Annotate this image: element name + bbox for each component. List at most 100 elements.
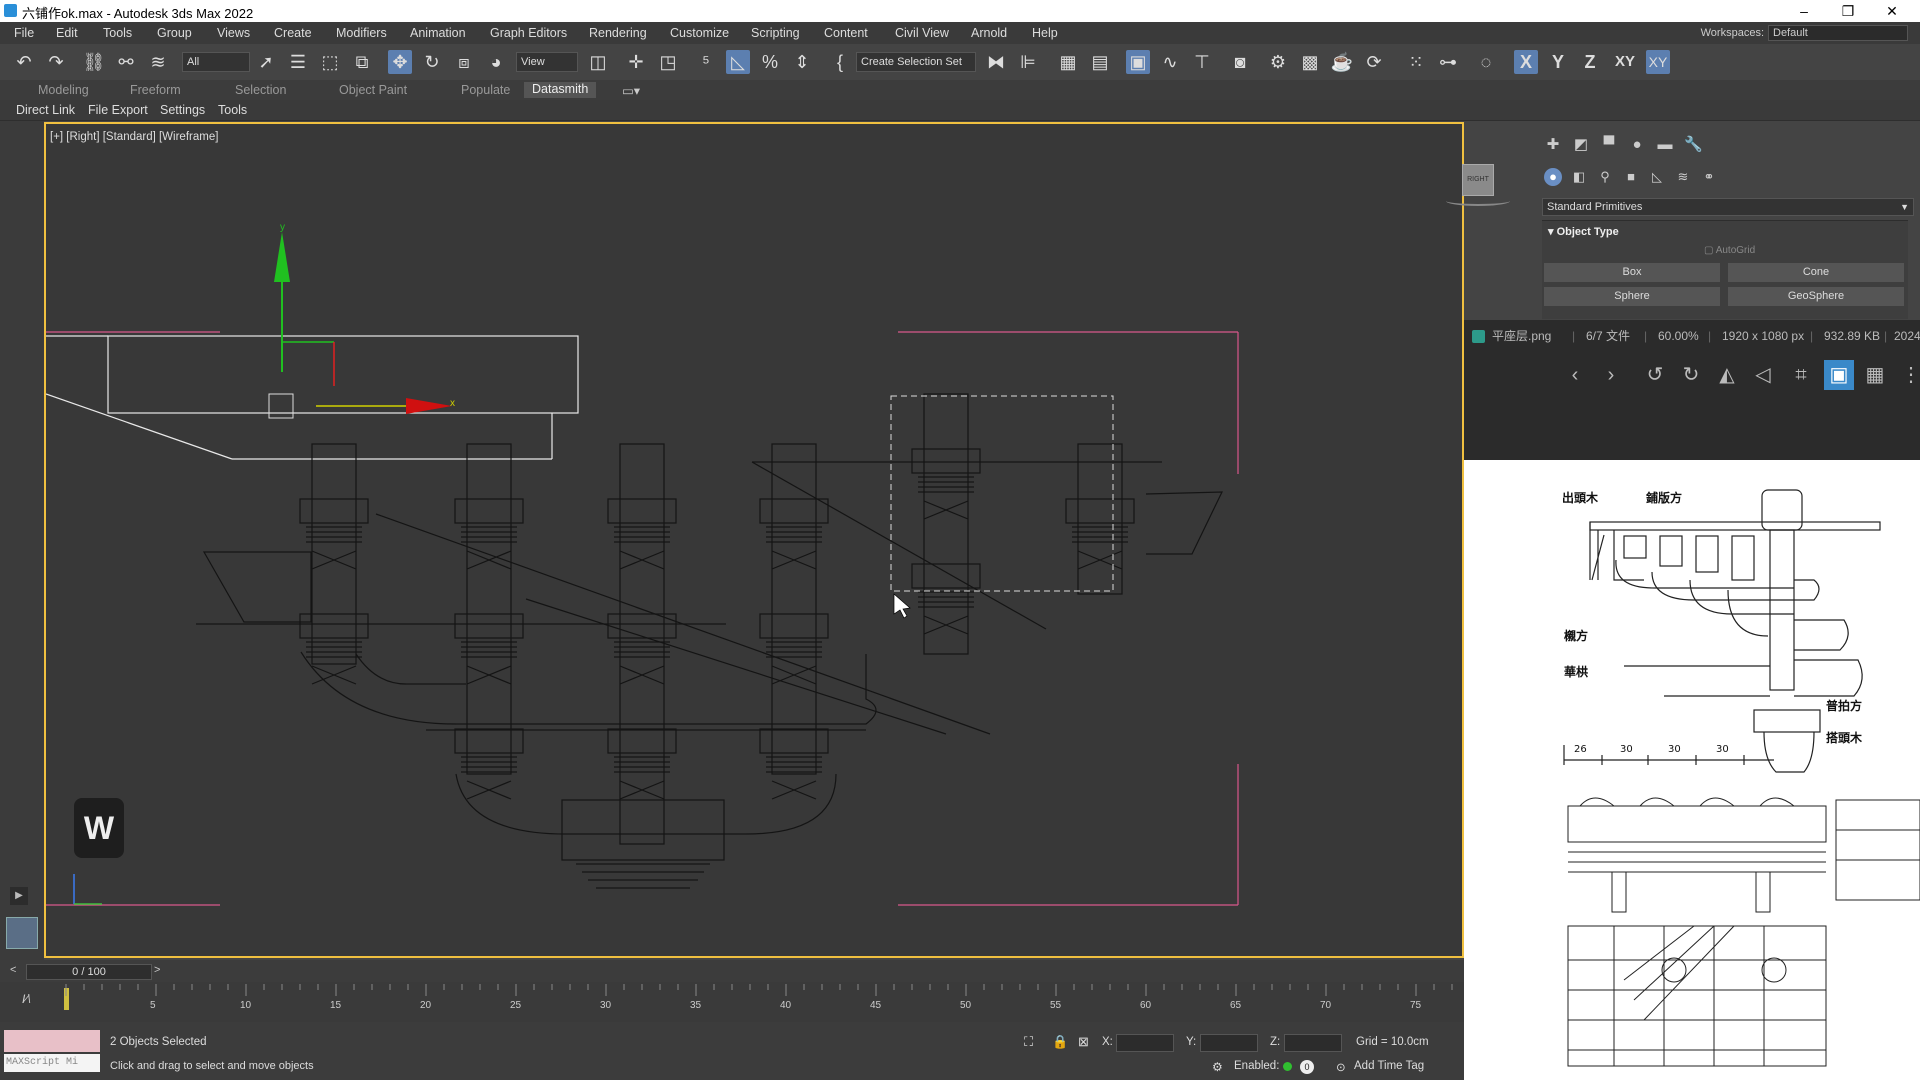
workspaces-selector[interactable]: Workspaces: Default [1701,25,1908,41]
view-cube[interactable]: RIGHT [1462,164,1494,196]
previous-icon[interactable]: ‹ [1560,360,1590,390]
menu-scripting[interactable]: Scripting [751,26,800,40]
mirror-icon[interactable]: ⧓ [984,50,1008,74]
display-tab-icon[interactable]: ▬ [1656,136,1674,154]
adaptive-degradation-icon[interactable]: ⚙ [1212,1060,1223,1074]
named-selection-sets-dropdown[interactable]: Create Selection Set [856,52,976,72]
motion-tab-icon[interactable]: ● [1628,136,1646,154]
timeline-ruler[interactable] [64,982,1464,1022]
material-editor-icon[interactable]: ◙ [1228,50,1252,74]
schematic-view-icon[interactable]: ⊤ [1190,50,1214,74]
object-category-dropdown[interactable]: Standard Primitives ▼ [1542,198,1914,216]
render-iterative-icon[interactable]: ⟳ [1362,50,1386,74]
axis-z-button[interactable]: Z [1578,50,1602,74]
menu-animation[interactable]: Animation [410,26,466,40]
maxscript-listener-box[interactable] [4,1030,100,1052]
select-move-icon[interactable]: ✥ [388,50,412,74]
move-gizmo[interactable]: x y [268,222,455,419]
cameras-icon[interactable]: ■ [1622,168,1640,186]
close-button[interactable]: ✕ [1872,1,1912,21]
menu-edit[interactable]: Edit [56,26,78,40]
absolute-mode-icon[interactable]: ⊠ [1078,1034,1089,1050]
rotate-left-icon[interactable]: ↺ [1640,360,1670,390]
manipulate-icon[interactable]: ✛ [624,50,648,74]
viewport-layout-thumbnail[interactable] [6,917,38,949]
axis-constraint-icon[interactable]: XY [1646,50,1670,74]
expand-layouts-icon[interactable]: ▶ [10,887,28,905]
render-production-icon[interactable]: ☕ [1330,50,1354,74]
systems-icon[interactable]: ⚭ [1700,168,1718,186]
next-frame-icon[interactable]: > [154,964,160,976]
pivot-center-icon[interactable]: ◫ [586,50,610,74]
grid-snap-icon[interactable]: ⁙ [1404,50,1428,74]
select-by-name-icon[interactable]: ☰ [286,50,310,74]
minimize-button[interactable]: – [1784,1,1824,21]
time-slider[interactable]: < 0 / 100 > [0,960,1464,982]
bind-space-warp-icon[interactable]: ≋ [146,50,170,74]
time-tag-icon[interactable]: ⊙ [1336,1060,1346,1074]
selection-lock-icon[interactable]: 🔒 [1052,1034,1068,1050]
keyboard-shortcut-icon[interactable]: ◳ [656,50,680,74]
align-icon[interactable]: ⊫ [1016,50,1040,74]
tab-freeform[interactable]: Freeform [130,83,181,97]
z-coord-field[interactable] [1284,1034,1342,1052]
selection-lasso-icon[interactable]: ◌ [1474,50,1498,74]
menu-civil-view[interactable]: Civil View [895,26,949,40]
menu-arnold[interactable]: Arnold [971,26,1007,40]
settings-button[interactable]: Settings [160,103,205,117]
time-tag-toggle[interactable]: 0 [1300,1060,1314,1074]
tab-object-paint[interactable]: Object Paint [339,83,407,97]
flip-horizontal-icon[interactable]: ◭ [1712,360,1742,390]
workspaces-value[interactable]: Default [1768,25,1908,41]
unlink-icon[interactable]: ⚯ [114,50,138,74]
isolate-selection-icon[interactable]: ⛶ [1024,1034,1033,1050]
space-warps-icon[interactable]: ≋ [1674,168,1692,186]
geosphere-button[interactable]: GeoSphere [1728,287,1904,306]
hierarchy-tab-icon[interactable]: ▀ [1600,136,1618,154]
tab-modeling[interactable]: Modeling [38,83,89,97]
next-icon[interactable]: › [1596,360,1626,390]
maximize-button[interactable]: ❐ [1828,1,1868,21]
rect-selection-icon[interactable]: ⬚ [318,50,342,74]
x-coord-field[interactable] [1116,1034,1174,1052]
menu-group[interactable]: Group [157,26,192,40]
selection-filter-dropdown[interactable]: All [182,52,250,72]
select-scale-icon[interactable]: ⧈ [452,50,476,74]
tab-datasmith[interactable]: Datasmith [524,82,597,98]
lights-icon[interactable]: ⚲ [1596,168,1614,186]
file-export-button[interactable]: File Export [88,103,148,117]
menu-customize[interactable]: Customize [670,26,729,40]
crop-icon[interactable]: ⌗ [1786,360,1816,390]
menu-tools[interactable]: Tools [103,26,132,40]
menu-graph-editors[interactable]: Graph Editors [490,26,567,40]
rollout-title[interactable]: ▾ Object Type [1548,225,1619,238]
mini-curve-editor-icon[interactable]: I∕\ [22,992,31,1006]
spinner-snap-icon[interactable]: ⇕ [790,50,814,74]
window-crossing-icon[interactable]: ⧉ [350,50,374,74]
view-cube-ring[interactable] [1446,196,1510,206]
edit-named-selection-icon[interactable]: { [828,50,852,74]
reference-coordinate-dropdown[interactable]: View [516,52,578,72]
cone-button[interactable]: Cone [1728,263,1904,282]
menu-file[interactable]: File [14,26,34,40]
select-object-icon[interactable]: ➚ [254,50,278,74]
modify-tab-icon[interactable]: ◩ [1572,136,1590,154]
toggle-ribbon-icon[interactable]: ▣ [1126,50,1150,74]
tab-selection[interactable]: Selection [235,83,286,97]
undo-icon[interactable]: ↶ [12,50,36,74]
angle-snap-icon[interactable]: ◺ [726,50,750,74]
percent-snap-icon[interactable]: % [758,50,782,74]
fit-window-icon[interactable]: ▣ [1824,360,1854,390]
viewport-canvas[interactable]: x y [46,124,1462,956]
more-icon[interactable]: ⋮ [1896,360,1920,390]
y-coord-field[interactable] [1200,1034,1258,1052]
axis-y-button[interactable]: Y [1546,50,1570,74]
frame-indicator[interactable]: 0 / 100 [26,964,152,980]
axis-xy-button[interactable]: XY [1610,50,1640,74]
menu-modifiers[interactable]: Modifiers [336,26,387,40]
helpers-icon[interactable]: ◺ [1648,168,1666,186]
tools-button[interactable]: Tools [218,103,247,117]
scene-explorer-icon[interactable]: ▦ [1056,50,1080,74]
link-icon[interactable]: ⛓ [82,50,106,74]
flip-vertical-icon[interactable]: ◁ [1748,360,1778,390]
